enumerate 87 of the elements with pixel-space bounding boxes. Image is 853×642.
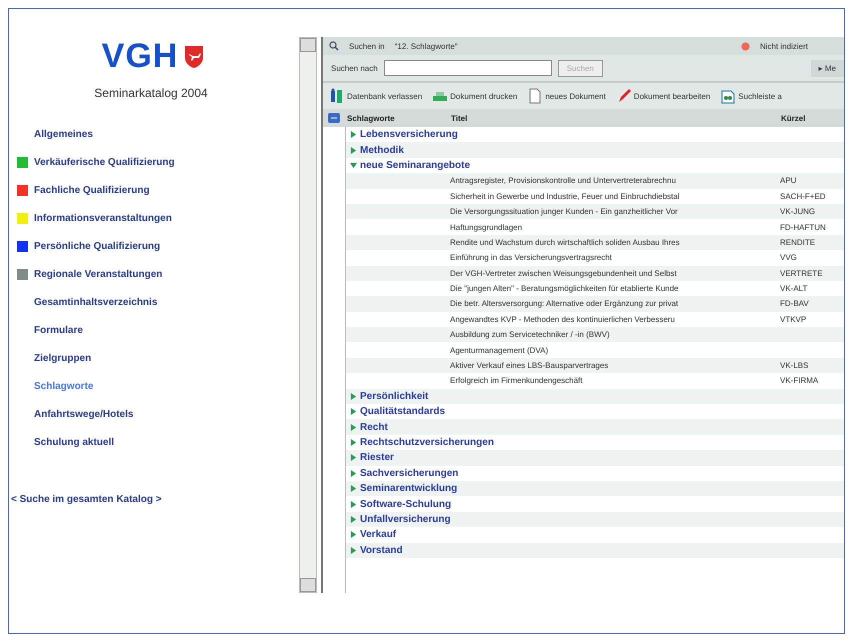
document-title[interactable]: Der VGH-Vertreter zwischen Weisungsgebundenheit und Selbst [450, 268, 776, 278]
sidebar-item[interactable]: Regionale Veranstaltungen [17, 260, 162, 288]
catalog-search-link[interactable]: < Suche im gesamten Katalog > [11, 494, 162, 505]
search-field[interactable] [384, 60, 552, 76]
search-icon [329, 41, 339, 51]
index-status: Nicht indiziert [760, 42, 808, 50]
column-options-icon[interactable] [327, 112, 341, 124]
collapsed-triangle-icon [350, 439, 357, 446]
expanded-triangle-icon [350, 162, 357, 169]
tree-category[interactable]: Unfallversicherung [350, 514, 451, 525]
collapsed-triangle-icon [350, 408, 357, 416]
sidebar-item[interactable]: Allgemeines [17, 120, 93, 148]
document-code: VK-JUNG [780, 207, 816, 216]
sidebar-item[interactable]: Schulung aktuell [17, 428, 114, 456]
tree-category[interactable]: Methodik [350, 144, 404, 156]
status-dot-icon [740, 42, 750, 50]
document-code: RENDITE [780, 238, 816, 247]
tree-category[interactable]: Lebensversicherung [350, 129, 458, 140]
tree-category[interactable]: Verkauf [350, 529, 396, 540]
document-code: SACH-F+ED [780, 192, 826, 201]
document-title[interactable]: Antragsregister, Provisionskontrolle und Untervertreterabrechnu [450, 176, 776, 186]
collapsed-triangle-icon [350, 131, 357, 138]
document-title[interactable]: Die Versorgungssituation junger Kunden - Ein ganzheitlicher Vor [450, 207, 776, 216]
document-title[interactable]: Rendite und Wachstum durch wirtschaftlich soliden Ausbau Ihres [450, 238, 776, 247]
toolbar-button[interactable]: Datenbank verlassen [329, 88, 422, 104]
collapsed-triangle-icon [350, 146, 357, 154]
toolbar-button[interactable]: Suchleiste a [720, 88, 782, 104]
tree-category[interactable]: neue Seminarangebote [350, 160, 470, 171]
document-code: VERTRETE [780, 268, 823, 278]
collapsed-triangle-icon [350, 531, 357, 538]
document-title[interactable]: Sicherheit in Gewerbe und Industrie, Feuer und Einbruchdiebstal [450, 192, 776, 201]
column-header[interactable]: Kürzel [781, 114, 844, 122]
sidebar-item[interactable]: Anfahrtswege/Hotels [17, 400, 134, 428]
tree-category[interactable]: Recht [350, 422, 388, 433]
sidebar-item[interactable]: Fachliche Qualifizierung [17, 176, 150, 204]
collapsed-triangle-icon [350, 454, 357, 462]
document-title[interactable]: Erfolgreich im Firmenkundengeschäft [450, 376, 776, 386]
collapsed-triangle-icon [350, 485, 357, 492]
tree-category[interactable]: Rechtschutzversicherungen [350, 437, 494, 448]
document-title[interactable]: Agenturmanagement (DVA) [450, 346, 776, 355]
tree-category[interactable]: Sachversicherungen [350, 468, 458, 479]
collapsed-triangle-icon [350, 392, 357, 400]
document-code: FD-HAFTUN [780, 222, 826, 232]
sidebar-item[interactable]: Gesamtinhaltsverzeichnis [17, 288, 158, 316]
document-title[interactable]: Die "jungen Alten" - Beratungsmöglichkeiten für etablierte Kunde [450, 284, 776, 294]
document-title[interactable]: Aktiver Verkauf eines LBS-Bausparvertrages [450, 361, 776, 370]
document-code: VK-FIRMA [780, 376, 818, 386]
query-label: Suchen nach [331, 64, 378, 72]
more-tab[interactable]: ▸ Me [810, 60, 844, 76]
toolbar-button[interactable]: neues Dokument [527, 88, 606, 104]
column-header[interactable]: Schlagworte [347, 114, 451, 122]
document-title[interactable]: Haftungsgrundlagen [450, 222, 776, 232]
document-code: VK-ALT [780, 284, 808, 294]
tree-category[interactable]: Vorstand [350, 544, 403, 556]
sidebar-item[interactable]: Zielgruppen [17, 344, 92, 372]
document-code: VVG [780, 253, 797, 262]
bookshelf-icon [329, 88, 345, 104]
sidebar-item[interactable]: Formulare [17, 316, 83, 344]
logo-text: VGH [102, 37, 178, 76]
sidebar-item[interactable]: Verkäuferische Qualifizierung [17, 148, 175, 176]
collapsed-triangle-icon [350, 424, 357, 431]
tree-category[interactable]: Persönlichkeit [350, 390, 428, 402]
document-code: FD-BAV [780, 299, 809, 308]
toolbar-button[interactable]: Dokument drucken [432, 88, 518, 104]
toolbar-button[interactable]: Dokument bearbeiten [616, 88, 710, 104]
document-title[interactable]: Angewandtes KVP - Methoden des kontinuierlichen Verbesseru [450, 314, 776, 324]
collapsed-triangle-icon [350, 546, 357, 554]
document-code: VTKVP [780, 314, 806, 324]
tree-category[interactable]: Riester [350, 452, 394, 464]
sidebar-item[interactable]: Informationsveranstaltungen [17, 204, 172, 232]
collapsed-triangle-icon [350, 470, 357, 477]
search-scope: "12. Schlagworte" [394, 42, 458, 50]
document-icon [527, 88, 544, 104]
tree-category[interactable]: Software-Schulung [350, 498, 452, 510]
document-code: VK-LBS [780, 361, 808, 370]
column-header[interactable]: Titel [451, 114, 781, 122]
tree-category[interactable]: Seminarentwicklung [350, 483, 458, 494]
sidebar-item[interactable]: Schlagworte [17, 372, 94, 400]
document-title[interactable]: Die betr. Altersversorgung: Alternative oder Ergänzung zur privat [450, 299, 776, 308]
document-code: APU [780, 176, 796, 186]
horse-shield-icon [184, 44, 204, 68]
search-scope-label: Suchen in [349, 42, 385, 50]
tree-category[interactable]: Qualitätstandards [350, 406, 446, 418]
catalog-subtitle: Seminarkatalog 2004 [94, 86, 208, 100]
scrollbar[interactable] [299, 37, 317, 593]
sidebar-item[interactable]: Persönliche Qualifizierung [17, 232, 160, 260]
document-title[interactable]: Einführung in das Versicherungsvertragsrecht [450, 253, 776, 262]
